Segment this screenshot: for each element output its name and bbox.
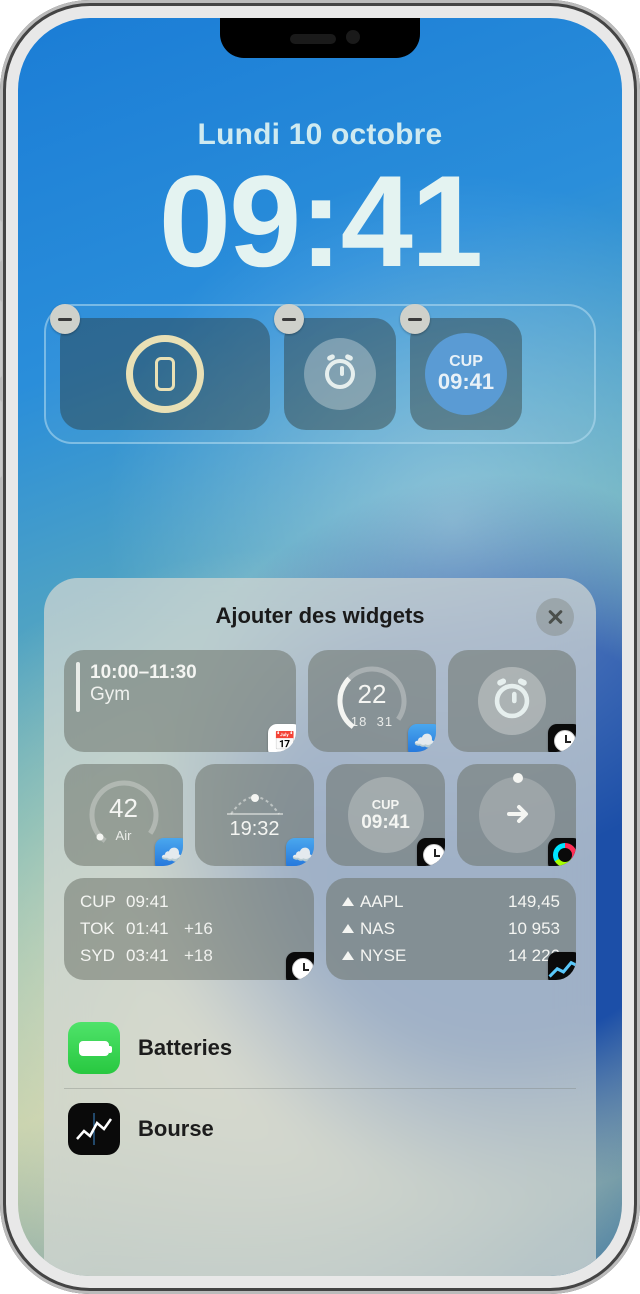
alarm-circle [304,338,376,410]
weather-app-icon: ☁️ [155,838,183,866]
alarm-clock-icon [325,359,355,389]
notch [220,18,420,58]
calendar-event-time: 10:00–11:30 [90,662,197,684]
weather-app-icon: ☁️ [286,838,314,866]
lockscreen-date[interactable]: Lundi 10 octobre [18,118,622,152]
stocks-app-icon [548,952,576,980]
sunset-time: 19:32 [227,818,283,841]
suggestion-stocks[interactable]: AAPL149,45 NAS10 953 NYSE14 226 [326,878,576,980]
stocks-table: AAPL149,45 NAS10 953 NYSE14 226 [340,888,562,970]
app-row-bourse[interactable]: Bourse [64,1088,576,1169]
sunset-arc-icon [227,790,283,816]
alarm-clock-icon [495,684,530,719]
lockscreen-time-text: 09:41 [159,148,482,294]
calendar-app-icon: 📅 [268,724,296,752]
batteries-app-icon [68,1022,120,1074]
activity-app-icon [548,838,576,866]
weather-temp-high: 31 [377,714,393,729]
suggestion-air-quality[interactable]: 42 Air ☁️ [64,764,183,866]
weather-app-icon: ☁️ [408,724,436,752]
screen: Lundi 10 octobre 09:41 [18,18,622,1276]
world-clock-circle: CUP 09:41 [425,333,507,415]
world-clock-time: 09:41 [438,369,494,395]
sheet-header: Ajouter des widgets [64,600,576,632]
suggestion-world-clock-list[interactable]: CUP09:41 TOK01:41+16 SYD03:41+18 [64,878,314,980]
air-quality-value: 42 [86,793,162,824]
lockscreen-time[interactable]: 09:41 [18,156,622,286]
volume-down-button[interactable] [0,400,2,478]
world-clock-time: 09:41 [361,812,410,834]
calendar-event-title: Gym [90,684,197,706]
clock-app-icon [548,724,576,752]
table-row: SYD03:41+18 [80,943,298,968]
world-clock-table: CUP09:41 TOK01:41+16 SYD03:41+18 [78,888,300,970]
triangle-up-icon [342,951,354,960]
weather-temp-value: 22 [334,679,410,710]
table-row: NYSE14 226 [342,943,560,968]
compass-dot-icon [513,773,523,783]
suggestion-calendar[interactable]: 10:00–11:30 Gym 📅 [64,650,296,752]
widget-slot-alarm[interactable] [284,318,396,430]
find-my-ring-icon [126,335,204,413]
world-clock-city: CUP [372,797,399,812]
suggestion-weather-temp[interactable]: 22 18 31 ☁️ [308,650,436,752]
remove-widget-button[interactable] [50,304,80,334]
app-name-label: Bourse [138,1116,214,1142]
close-button[interactable] [536,598,574,636]
widget-slot-find-my[interactable] [60,318,270,430]
lockscreen-widget-row[interactable]: CUP 09:41 [44,304,596,444]
mute-switch[interactable] [0,220,2,262]
arrow-right-icon [505,801,531,827]
table-row: CUP09:41 [80,890,298,915]
volume-up-button[interactable] [0,300,2,378]
suggestions-grid: 10:00–11:30 Gym 📅 22 18 31 ☁️ [64,650,576,980]
clock-app-icon [286,952,314,980]
suggestion-world-clock-small[interactable]: CUP 09:41 [326,764,445,866]
device-frame: Lundi 10 octobre 09:41 [0,0,640,1294]
table-row: NAS10 953 [342,917,560,942]
suggestion-sunset[interactable]: 19:32 ☁️ [195,764,314,866]
close-icon [547,609,563,625]
table-row: AAPL149,45 [342,890,560,915]
remove-widget-button[interactable] [274,304,304,334]
clock-app-icon [417,838,445,866]
triangle-up-icon [342,897,354,906]
add-widgets-sheet: Ajouter des widgets 10:00–11:30 Gym 📅 [44,578,596,1276]
weather-temp-low: 18 [351,714,367,729]
air-quality-label: Air [86,828,162,843]
battery-icon [79,1041,109,1056]
phone-icon [155,357,175,391]
suggestion-alarm[interactable] [448,650,576,752]
calendar-accent-bar [76,662,80,712]
app-row-batteries[interactable]: Batteries [64,1008,576,1088]
table-row: TOK01:41+16 [80,917,298,942]
suggestion-activity[interactable] [457,764,576,866]
sheet-title: Ajouter des widgets [215,603,424,629]
widget-slot-world-clock[interactable]: CUP 09:41 [410,318,522,430]
app-name-label: Batteries [138,1035,232,1061]
triangle-up-icon [342,924,354,933]
bourse-app-icon [68,1103,120,1155]
app-list: Batteries Bourse [64,1008,576,1169]
remove-widget-button[interactable] [400,304,430,334]
